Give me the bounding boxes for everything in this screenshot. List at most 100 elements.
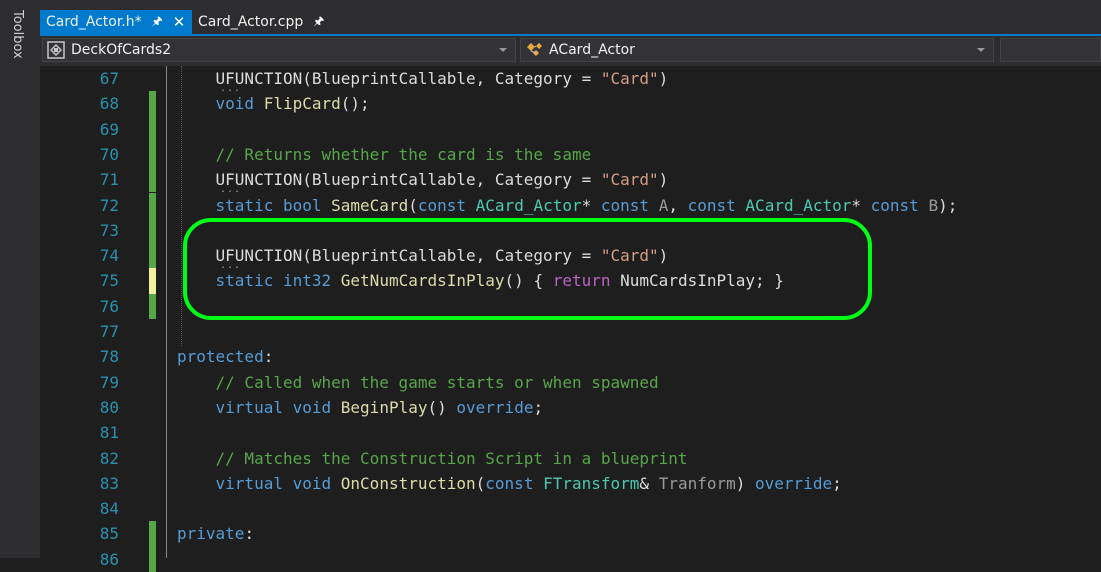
- code-text[interactable]: virtual void OnConstruction(const FTrans…: [177, 471, 842, 496]
- member-dropdown[interactable]: [1000, 38, 1101, 62]
- scope-dropdown[interactable]: ACard_Actor: [520, 38, 994, 62]
- highlight-box: [183, 218, 872, 320]
- code-line[interactable]: 69: [40, 116, 1101, 142]
- line-number: 82: [99, 448, 119, 468]
- code-token: virtual: [215, 397, 283, 417]
- code-line[interactable]: 85 private:: [40, 521, 1101, 547]
- chevron-down-icon[interactable]: [499, 48, 507, 52]
- code-token: ;: [533, 397, 544, 417]
- code-line[interactable]: 72 static bool SameCard(const ACard_Acto…: [40, 192, 1101, 218]
- code-line[interactable]: 86: [40, 546, 1101, 572]
- tab-card-actor-cpp[interactable]: Card_Actor.cpp 🖈︎: [192, 10, 342, 34]
- code-token: "Card": [600, 69, 659, 88]
- tab-label: Card_Actor.cpp: [198, 14, 304, 30]
- pin-icon[interactable]: 🖈︎: [313, 12, 324, 33]
- code-token: B: [928, 195, 939, 215]
- code-line[interactable]: 68 void FlipCard();: [40, 91, 1101, 117]
- line-number: 80: [99, 397, 119, 417]
- code-text[interactable]: UFUNCTION(BlueprintCallable, Category = …: [177, 66, 669, 91]
- code-text[interactable]: virtual void BeginPlay() override;: [177, 395, 544, 420]
- code-line[interactable]: 83 virtual void OnConstruction(const FTr…: [40, 471, 1101, 496]
- code-line[interactable]: 79 // Called when the game starts or whe…: [40, 370, 1101, 395]
- code-token: BeginPlay: [340, 397, 428, 417]
- code-token: void: [215, 94, 255, 114]
- code-token: SameCard: [331, 195, 409, 215]
- code-text[interactable]: private:: [177, 521, 254, 546]
- code-text[interactable]: // Returns whether the card is the same: [177, 142, 592, 167]
- code-line[interactable]: 70 // Returns whether the card is the sa…: [40, 141, 1101, 168]
- line-number: 85: [99, 524, 119, 544]
- pin-icon[interactable]: 🖈︎: [152, 12, 163, 33]
- code-line[interactable]: 78 protected:: [40, 344, 1101, 369]
- saved-change-marker: [149, 546, 156, 572]
- line-number: 67: [99, 69, 119, 88]
- code-token: // Matches the Construction Script in a …: [215, 448, 688, 468]
- code-token: *: [581, 195, 601, 215]
- line-number: 75: [99, 271, 119, 291]
- code-token: const: [600, 195, 650, 215]
- navigation-bar: DeckOfCards2 ACard_Actor: [40, 36, 1101, 66]
- code-token: ;: [832, 473, 842, 493]
- code-line[interactable]: 84: [40, 496, 1101, 521]
- code-token: Tranform: [658, 473, 736, 493]
- code-token: const: [687, 195, 736, 215]
- code-token: FlipCard: [263, 94, 341, 114]
- line-number: 78: [99, 347, 119, 367]
- code-token: :: [263, 347, 274, 367]
- code-editor[interactable]: 67 UFUNCTION(BlueprintCallable, Category…: [40, 66, 1101, 572]
- code-text[interactable]: // Called when the game starts or when s…: [177, 370, 659, 395]
- code-token: ): [735, 473, 756, 493]
- code-token: // Called when the game starts or when s…: [215, 372, 659, 392]
- code-token: *: [851, 195, 871, 215]
- chevron-down-icon[interactable]: [977, 48, 985, 52]
- code-token: FTransform: [543, 473, 640, 493]
- code-token: ): [658, 170, 669, 190]
- code-token: ACard_Actor: [745, 195, 852, 215]
- saved-change-marker: [149, 141, 156, 168]
- project-dropdown[interactable]: DeckOfCards2: [42, 38, 516, 62]
- code-line[interactable]: 82 // Matches the Construction Script in…: [40, 446, 1101, 471]
- saved-change-marker: [149, 521, 156, 547]
- code-line[interactable]: 71 UFUNCTION(BlueprintCallable, Category…: [40, 167, 1101, 195]
- project-icon: [47, 41, 65, 59]
- line-number: 79: [99, 372, 119, 392]
- line-number: 69: [99, 119, 119, 139]
- code-text[interactable]: UFUNCTION(BlueprintCallable, Category = …: [177, 167, 669, 192]
- saved-change-marker: [149, 243, 156, 269]
- toolbox-panel[interactable]: Toolbox: [0, 0, 41, 558]
- tab-card-actor-h[interactable]: Card_Actor.h* 🖈︎ ✕: [40, 10, 192, 34]
- code-line[interactable]: 80 virtual void BeginPlay() override;: [40, 395, 1101, 420]
- code-line[interactable]: 81: [40, 420, 1101, 445]
- code-token: &: [639, 473, 659, 493]
- code-token: // Returns whether the card is the same: [215, 144, 592, 164]
- code-line[interactable]: 77: [40, 319, 1101, 344]
- code-line[interactable]: 67 UFUNCTION(BlueprintCallable, Category…: [40, 66, 1101, 94]
- code-token: (BlueprintCallable, Category =: [302, 69, 601, 88]
- close-icon[interactable]: ✕: [173, 13, 186, 31]
- scope-name: ACard_Actor: [549, 42, 635, 58]
- line-number: 71: [99, 170, 119, 190]
- saved-change-marker: [149, 192, 156, 218]
- code-token: void: [292, 397, 332, 417]
- code-text[interactable]: static bool SameCard(const ACard_Actor* …: [177, 193, 958, 218]
- toolbox-label[interactable]: Toolbox: [10, 10, 25, 59]
- code-text[interactable]: protected:: [177, 344, 273, 369]
- code-token: ();: [340, 94, 370, 114]
- code-text[interactable]: void FlipCard();: [177, 91, 370, 116]
- code-token: virtual: [215, 473, 283, 493]
- code-text[interactable]: // Matches the Construction Script in a …: [177, 446, 688, 471]
